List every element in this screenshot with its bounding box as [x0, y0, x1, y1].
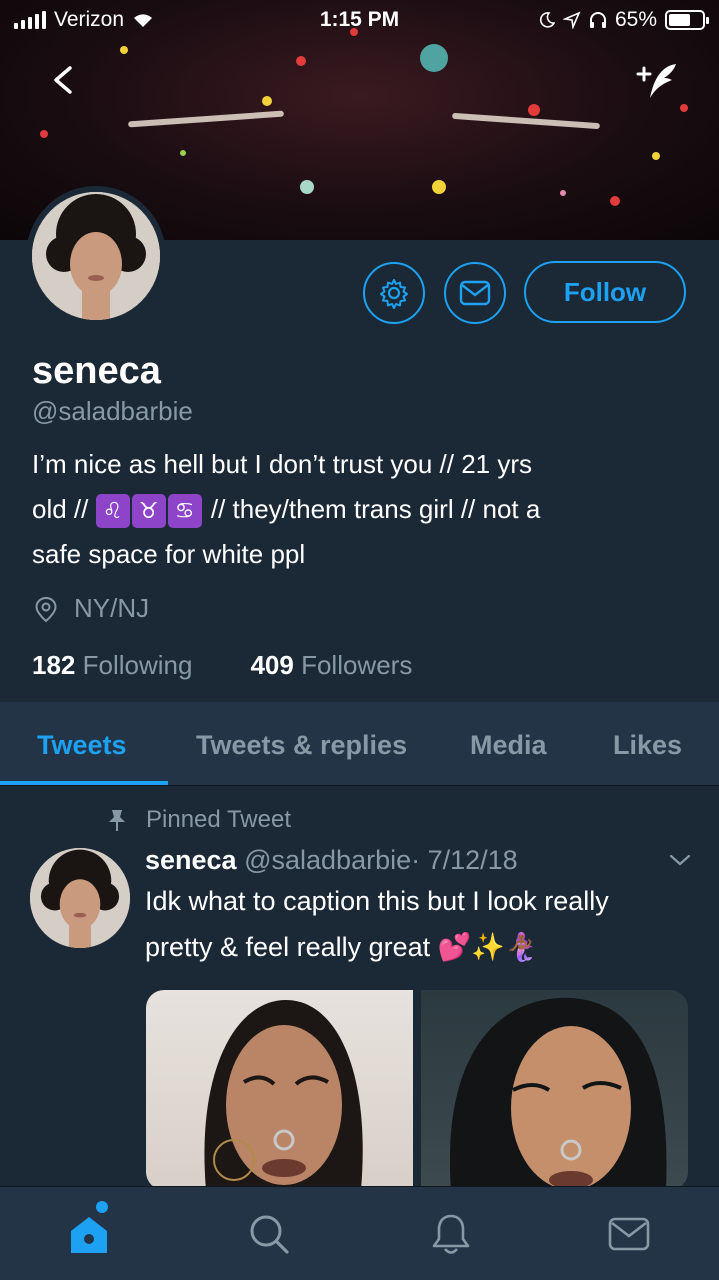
profile-handle: @saladbarbie — [32, 396, 193, 426]
leo-emoji: ♌ — [95, 494, 130, 529]
tweet-photo-1[interactable] — [146, 990, 413, 1190]
profile-tabs: Tweets Tweets & replies Media Likes — [0, 702, 719, 786]
search-icon — [250, 1215, 289, 1254]
envelope-icon — [459, 280, 491, 306]
headphones-icon — [589, 12, 606, 28]
gear-icon — [380, 279, 408, 309]
following-stat[interactable]: 182 Following — [32, 650, 192, 681]
location-pin-icon — [35, 596, 57, 622]
compose-tweet-button[interactable] — [632, 58, 682, 104]
messages-envelope-icon — [608, 1217, 650, 1251]
tab-tweets[interactable]: Tweets — [37, 730, 127, 761]
signal-strength-icon — [14, 11, 46, 29]
status-bar: Verizon 1:15 PM 65% — [0, 0, 719, 40]
nav-notifications[interactable] — [428, 1211, 474, 1257]
following-count: 182 — [32, 650, 76, 680]
bio-line-2: old // ♌ ♉ ♋ // they/them trans girl // no… — [32, 487, 682, 532]
tweet-media — [146, 990, 688, 1190]
profile-bio: I’m nice as hell but I don’t trust you /… — [32, 442, 682, 577]
location-label: NY/NJ — [74, 593, 150, 623]
follow-button[interactable]: Follow — [524, 261, 686, 323]
nav-messages[interactable] — [606, 1211, 652, 1257]
tweet-header: seneca @saladbarbie· 7/12/18 — [145, 845, 518, 876]
pinned-tweet-label: Pinned Tweet — [106, 806, 291, 834]
followers-stat[interactable]: 409 Followers — [250, 650, 412, 681]
cancer-emoji: ♋ — [167, 494, 202, 529]
tweet-options-button[interactable] — [668, 852, 692, 868]
settings-button[interactable] — [363, 262, 425, 324]
tweet-date: · 7/12/18 — [411, 845, 518, 875]
avatar-image — [32, 192, 160, 320]
profile-location: NY/NJ — [32, 593, 149, 624]
battery-percent: 65% — [614, 8, 657, 31]
home-icon — [71, 1217, 107, 1253]
avatar-image — [30, 848, 130, 948]
tweet-author-avatar[interactable] — [30, 848, 130, 948]
tab-media[interactable]: Media — [470, 730, 547, 761]
carrier-label: Verizon — [54, 8, 125, 31]
bio-line-3: safe space for white ppl — [32, 539, 306, 569]
location-arrow-icon — [562, 11, 581, 29]
followers-label: Followers — [301, 650, 413, 680]
wifi-icon — [134, 14, 153, 27]
compose-feather-icon — [636, 64, 676, 98]
message-button[interactable] — [444, 262, 506, 324]
back-button[interactable] — [44, 60, 84, 100]
home-new-content-dot — [96, 1201, 108, 1213]
taurus-emoji: ♉ — [131, 494, 166, 529]
nav-home[interactable] — [66, 1211, 112, 1257]
follow-stats: 182 Following 409 Followers — [32, 650, 412, 681]
chevron-down-icon — [669, 854, 691, 866]
nav-search[interactable] — [246, 1211, 292, 1257]
tab-tweets-and-replies[interactable]: Tweets & replies — [196, 730, 407, 761]
tweet-photo-2[interactable] — [421, 990, 688, 1190]
tweet-author-name[interactable]: seneca — [145, 845, 237, 875]
following-label: Following — [82, 650, 193, 680]
profile-screen: Verizon 1:15 PM 65% Follow seneca @salad… — [0, 0, 719, 1280]
followers-count: 409 — [250, 650, 294, 680]
moon-icon — [539, 12, 555, 28]
notifications-bell-icon — [432, 1214, 470, 1254]
chevron-left-icon — [54, 66, 72, 94]
profile-name: seneca — [32, 350, 161, 392]
bottom-navigation — [0, 1186, 719, 1280]
tab-likes[interactable]: Likes — [613, 730, 682, 761]
profile-avatar[interactable] — [26, 186, 166, 326]
battery-icon — [665, 10, 709, 30]
tweet-text: Idk what to caption this but I look real… — [145, 886, 609, 962]
active-tab-indicator — [0, 781, 168, 785]
pin-icon — [109, 810, 125, 831]
bio-line-1: I’m nice as hell but I don’t trust you /… — [32, 449, 533, 479]
tweet-author-handle: @saladbarbie — [244, 845, 412, 875]
